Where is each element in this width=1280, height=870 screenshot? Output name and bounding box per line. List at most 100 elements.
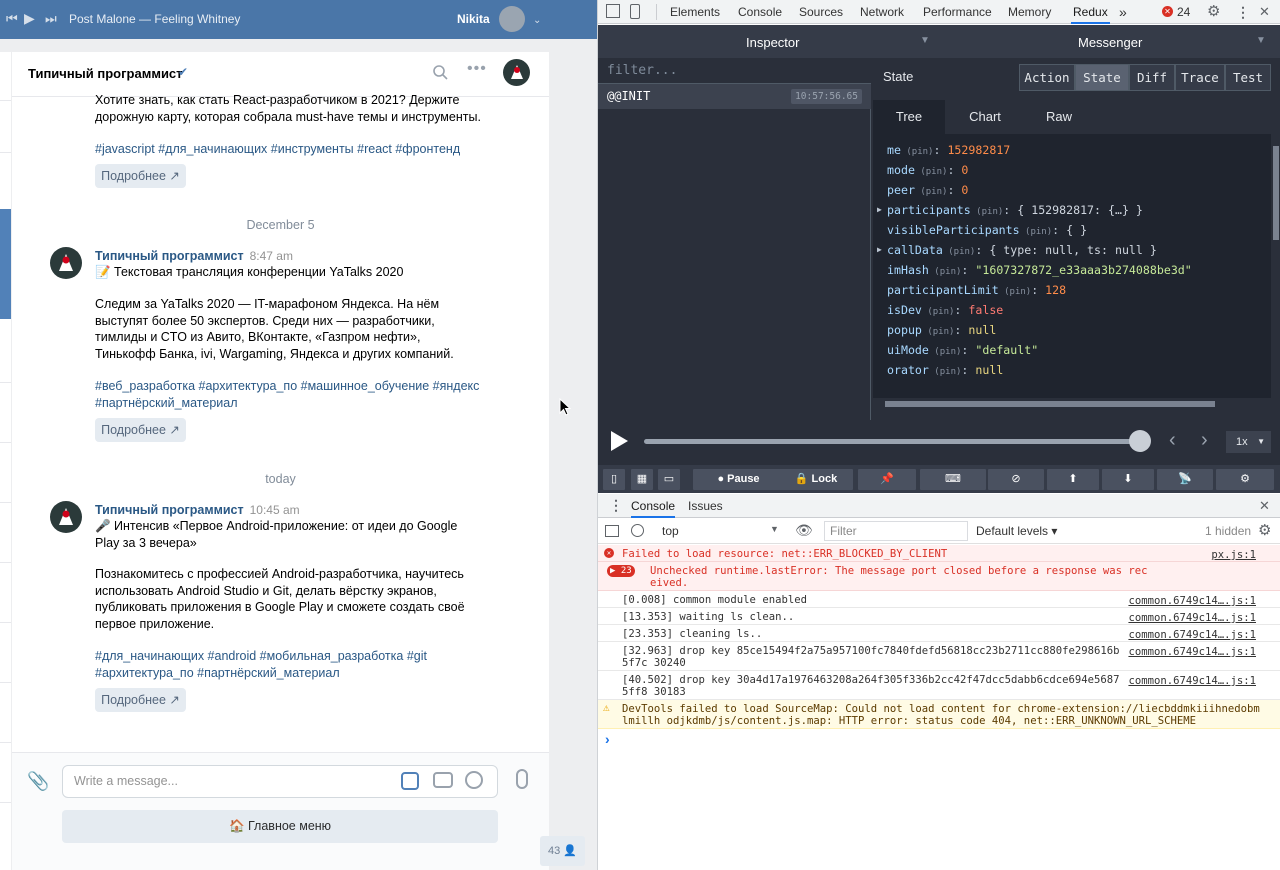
message-author[interactable]: Типичный программист 10:45 am bbox=[95, 503, 300, 517]
state-row[interactable]: participantLimit (pin): 128 bbox=[887, 280, 1066, 300]
kebab-menu-icon[interactable]: ⋮ bbox=[609, 497, 623, 514]
log-levels-select[interactable]: Default levels ▾ bbox=[976, 524, 1057, 538]
pin-label[interactable]: (pin) bbox=[929, 367, 961, 377]
console-log-row[interactable]: [40.502] drop key 30a4d17a1976463208a264… bbox=[598, 671, 1280, 700]
keyboard-icon[interactable] bbox=[401, 772, 419, 790]
console-prompt[interactable]: › bbox=[605, 731, 610, 747]
state-row[interactable]: imHash (pin): "1607327872_e33aaa3b274088… bbox=[887, 260, 1192, 280]
horizontal-scrollbar[interactable] bbox=[873, 398, 1271, 410]
tab-network[interactable]: Network bbox=[860, 0, 904, 24]
log-source-link[interactable]: px.js:1 bbox=[1211, 549, 1256, 561]
log-source-link[interactable]: common.6749c14….js:1 bbox=[1128, 675, 1256, 687]
vertical-scrollbar[interactable] bbox=[1271, 134, 1280, 398]
state-row[interactable]: ▶ callData (pin): { type: null, ts: null … bbox=[877, 240, 1157, 260]
speed-select[interactable]: 1x ▼ bbox=[1226, 431, 1271, 453]
device-toolbar-icon[interactable] bbox=[630, 4, 640, 19]
context-select[interactable]: top bbox=[662, 524, 679, 538]
eye-icon[interactable]: 👁 bbox=[795, 522, 813, 539]
pin-label[interactable]: (pin) bbox=[943, 247, 975, 257]
state-row[interactable]: uiMode (pin): "default" bbox=[887, 340, 1038, 360]
drawer-tab-console[interactable]: Console bbox=[631, 499, 676, 518]
lock-button[interactable]: 🔒 Lock bbox=[779, 469, 853, 490]
layout-left-icon[interactable]: ▯ bbox=[603, 469, 625, 490]
pin-label[interactable]: (pin) bbox=[929, 267, 961, 277]
log-source-link[interactable]: common.6749c14….js:1 bbox=[1128, 646, 1256, 658]
mode-action-button[interactable]: Action bbox=[1019, 64, 1075, 91]
pin-icon[interactable]: 📌 bbox=[858, 469, 916, 490]
drawer-tab-issues[interactable]: Issues bbox=[688, 499, 723, 513]
download-icon[interactable]: ⬇ bbox=[1102, 469, 1154, 490]
camera-icon[interactable] bbox=[433, 772, 453, 788]
message-avatar[interactable] bbox=[50, 501, 82, 533]
user-name[interactable]: Nikita bbox=[457, 12, 490, 26]
attach-icon[interactable]: 📎 bbox=[27, 771, 49, 792]
state-row[interactable]: isDev (pin): false bbox=[887, 300, 1003, 320]
upload-icon[interactable]: ⬆ bbox=[1047, 469, 1099, 490]
state-row[interactable]: visibleParticipants (pin): { } bbox=[887, 220, 1087, 240]
pin-label[interactable]: (pin) bbox=[915, 167, 947, 177]
settings-gear-icon[interactable]: ⚙ bbox=[1216, 469, 1274, 490]
tab-console[interactable]: Console bbox=[738, 0, 782, 24]
mode-state-button[interactable]: State bbox=[1075, 64, 1129, 91]
step-back-icon[interactable]: ‹ bbox=[1169, 429, 1176, 452]
console-log-row[interactable]: ✕ Failed to load resource: net::ERR_BLOCK… bbox=[598, 545, 1280, 562]
chevron-down-icon[interactable]: ▼ bbox=[920, 35, 930, 46]
log-source-link[interactable]: common.6749c14….js:1 bbox=[1128, 612, 1256, 624]
layout-bottom-icon[interactable]: ▭ bbox=[658, 469, 680, 490]
state-row[interactable]: me (pin): 152982817 bbox=[887, 140, 1010, 160]
tab-sources[interactable]: Sources bbox=[799, 0, 843, 24]
repeat-count-badge[interactable]: ▶ 23 bbox=[607, 565, 635, 577]
close-devtools-icon[interactable]: ✕ bbox=[1259, 0, 1270, 24]
console-log-row[interactable]: ⚠ DevTools failed to load SourceMap: Coul… bbox=[598, 700, 1280, 729]
author-name[interactable]: Типичный программист bbox=[95, 249, 244, 263]
pin-label[interactable]: (pin) bbox=[922, 327, 954, 337]
message-author[interactable]: Типичный программист 8:47 am bbox=[95, 249, 293, 263]
chevron-down-icon[interactable]: ⌄ bbox=[533, 14, 541, 28]
console-filter-input[interactable]: Filter bbox=[824, 521, 968, 541]
community-avatar[interactable] bbox=[503, 59, 530, 86]
monitor-select[interactable]: Inspector bbox=[746, 35, 799, 50]
inspect-element-icon[interactable] bbox=[606, 4, 620, 18]
console-log-row[interactable]: [0.008] common module enabled common.6749… bbox=[598, 591, 1280, 608]
clear-console-icon[interactable] bbox=[631, 524, 644, 537]
next-track-icon[interactable]: ⏭ bbox=[45, 12, 57, 26]
expand-caret-icon[interactable]: ▶ bbox=[877, 240, 882, 260]
view-chart-tab[interactable]: Chart bbox=[949, 100, 1021, 134]
author-name[interactable]: Типичный программист bbox=[95, 503, 244, 517]
layout-split-icon[interactable]: ▦ bbox=[631, 469, 653, 490]
log-source-link[interactable]: common.6749c14….js:1 bbox=[1128, 595, 1256, 607]
console-log-row[interactable]: ▶ 23 Unchecked runtime.lastError: The mes… bbox=[598, 562, 1280, 591]
state-row[interactable]: peer (pin): 0 bbox=[887, 180, 968, 200]
timeline-thumb[interactable] bbox=[1129, 430, 1151, 452]
prev-track-icon[interactable]: ⏮ bbox=[6, 12, 18, 26]
search-icon[interactable] bbox=[432, 64, 448, 80]
pin-label[interactable]: (pin) bbox=[929, 347, 961, 357]
console-log-row[interactable]: [32.963] drop key 85ce15494f2a75a957100f… bbox=[598, 642, 1280, 671]
error-icon[interactable]: ✕ bbox=[1162, 6, 1173, 17]
user-avatar[interactable] bbox=[499, 6, 525, 32]
online-counter[interactable]: 43 👤 bbox=[540, 836, 585, 866]
keyboard-icon[interactable]: ⌨ bbox=[920, 469, 986, 490]
pin-label[interactable]: (pin) bbox=[1020, 227, 1052, 237]
emoji-icon[interactable] bbox=[465, 771, 483, 789]
play-icon[interactable]: ▶ bbox=[24, 11, 35, 25]
error-count[interactable]: 24 bbox=[1177, 0, 1190, 24]
remote-icon[interactable]: 📡 bbox=[1157, 469, 1213, 490]
kebab-menu-icon[interactable]: ⋮ bbox=[1236, 0, 1250, 24]
mode-test-button[interactable]: Test bbox=[1225, 64, 1271, 91]
instance-select[interactable]: Messenger bbox=[1078, 35, 1142, 50]
pin-label[interactable]: (pin) bbox=[922, 307, 954, 317]
log-source-link[interactable]: common.6749c14….js:1 bbox=[1128, 629, 1256, 641]
message-hashtags[interactable]: #javascript #для_начинающих #инструменты… bbox=[95, 141, 515, 158]
mode-diff-button[interactable]: Diff bbox=[1129, 64, 1175, 91]
tab-memory[interactable]: Memory bbox=[1008, 0, 1051, 24]
view-tree-tab[interactable]: Tree bbox=[873, 100, 945, 134]
pin-label[interactable]: (pin) bbox=[999, 287, 1031, 297]
message-avatar[interactable] bbox=[50, 247, 82, 279]
tab-redux[interactable]: Redux bbox=[1071, 0, 1110, 24]
action-filter-input[interactable]: filter... bbox=[598, 58, 871, 84]
settings-gear-icon[interactable]: ⚙ bbox=[1258, 521, 1271, 539]
state-row[interactable]: ▶ participants (pin): { 152982817: {…} } bbox=[877, 200, 1143, 220]
expand-caret-icon[interactable]: ▶ bbox=[877, 200, 882, 220]
state-row[interactable]: popup (pin): null bbox=[887, 320, 996, 340]
